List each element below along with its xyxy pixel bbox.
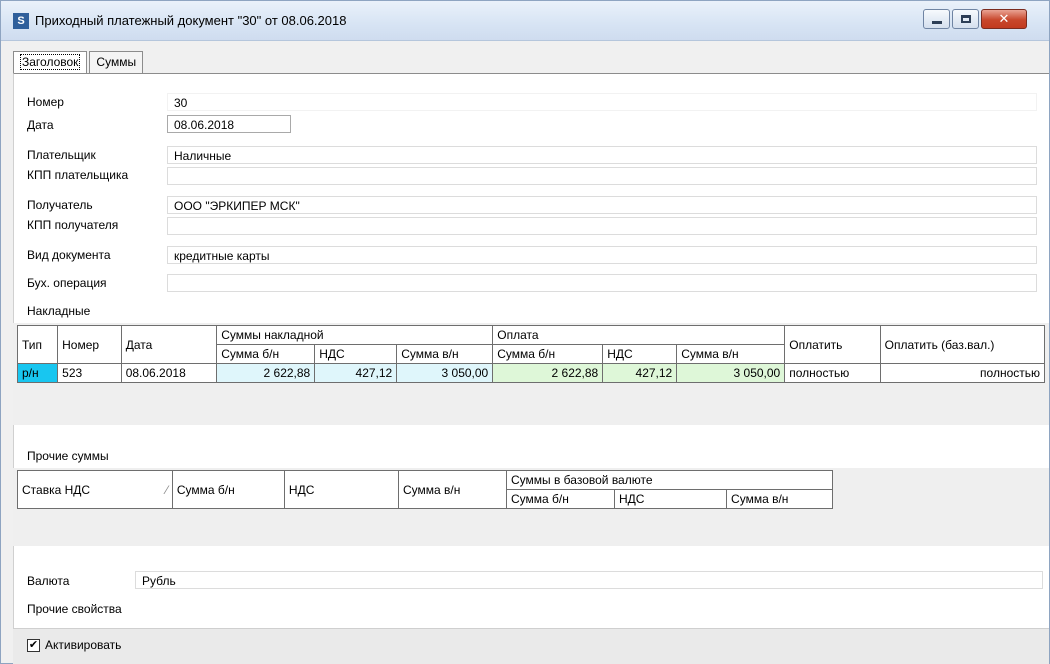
cell-type[interactable]: р/н — [16, 363, 59, 383]
col-vat-rate[interactable]: Ставка НДС ⁄ — [17, 470, 173, 509]
activate-label[interactable]: Активировать — [45, 638, 121, 652]
col-type[interactable]: Тип — [16, 325, 59, 364]
doc-type-field[interactable]: кредитные карты — [167, 246, 1037, 264]
col-inv-sum-with-vat[interactable]: Сумма в/н — [396, 344, 494, 364]
cell-number[interactable]: 523 — [57, 363, 122, 383]
invoices-section-label: Накладные — [27, 304, 91, 318]
document-window: S Приходный платежный документ "30" от 0… — [0, 0, 1050, 664]
col-sum-no-vat[interactable]: Сумма б/н — [171, 470, 285, 509]
col-base-vat[interactable]: НДС — [613, 489, 728, 509]
col-inv-sum-no-vat[interactable]: Сумма б/н — [216, 344, 316, 364]
col-vat[interactable]: НДС — [283, 470, 400, 509]
bottom-panel — [13, 628, 1049, 664]
tab-strip: Заголовок Суммы — [13, 51, 144, 73]
col-number[interactable]: Номер — [57, 325, 122, 364]
col-group-invoice-sums: Суммы накладной — [216, 325, 494, 345]
col-inv-vat[interactable]: НДС — [314, 344, 398, 364]
col-date[interactable]: Дата — [120, 325, 218, 364]
activate-checkbox[interactable]: ✔ — [27, 639, 40, 652]
cell-inv-vat[interactable]: 427,12 — [314, 363, 398, 383]
title-bar: S Приходный платежный документ "30" от 0… — [1, 1, 1049, 41]
minimize-icon — [931, 20, 942, 24]
tab-sums-label: Суммы — [96, 55, 137, 69]
close-icon: ✕ — [998, 11, 1010, 26]
cell-pay-sum-with-vat[interactable]: 3 050,00 — [676, 363, 786, 383]
col-vat-rate-label: Ставка НДС — [22, 482, 91, 497]
minimize-button[interactable] — [923, 9, 950, 29]
col-sum-with-vat[interactable]: Сумма в/н — [398, 470, 507, 509]
col-pay-vat[interactable]: НДС — [602, 344, 678, 364]
cell-pay-base[interactable]: полностью — [879, 363, 1046, 383]
cell-inv-sum-with-vat[interactable]: 3 050,00 — [396, 363, 494, 383]
cell-pay-sum-no-vat[interactable]: 2 622,88 — [492, 363, 604, 383]
cell-inv-sum-no-vat[interactable]: 2 622,88 — [216, 363, 316, 383]
col-pay[interactable]: Оплатить — [784, 325, 881, 364]
currency-field[interactable]: Рубль — [135, 571, 1043, 589]
cell-pay[interactable]: полностью — [784, 363, 881, 383]
col-pay-sum-with-vat[interactable]: Сумма в/н — [676, 344, 786, 364]
table-row[interactable]: р/н 523 08.06.2018 2 622,88 427,12 3 050… — [16, 363, 1046, 383]
close-button[interactable]: ✕ — [981, 9, 1027, 29]
payer-kpp-label: КПП плательщика — [27, 168, 129, 182]
number-label: Номер — [27, 95, 64, 109]
cell-pay-vat[interactable]: 427,12 — [602, 363, 678, 383]
col-base-sum-with-vat[interactable]: Сумма в/н — [726, 489, 833, 509]
recipient-kpp-label: КПП получателя — [27, 218, 119, 232]
payer-field[interactable]: Наличные — [167, 146, 1037, 164]
maximize-button[interactable] — [952, 9, 979, 29]
date-label: Дата — [27, 118, 54, 132]
cell-date[interactable]: 08.06.2018 — [120, 363, 218, 383]
window-title: Приходный платежный документ "30" от 08.… — [35, 13, 347, 28]
payer-label: Плательщик — [27, 148, 96, 162]
recipient-field[interactable]: ООО "ЭРКИПЕР МСК" — [167, 196, 1037, 214]
currency-label: Валюта — [27, 574, 70, 588]
tab-sums[interactable]: Суммы — [89, 51, 144, 73]
doc-type-label: Вид документа — [27, 248, 111, 262]
col-pay-base[interactable]: Оплатить (баз.вал.) — [879, 325, 1046, 364]
other-props-label: Прочие свойства — [27, 602, 122, 616]
recipient-label: Получатель — [27, 198, 93, 212]
recipient-kpp-field[interactable] — [167, 217, 1037, 235]
col-group-base-currency: Суммы в базовой валюте — [505, 470, 834, 490]
tab-header-label: Заголовок — [20, 54, 81, 70]
other-sums-section-label: Прочие суммы — [27, 449, 109, 463]
number-field[interactable]: 30 — [167, 93, 1037, 111]
col-group-payment: Оплата — [492, 325, 786, 345]
other-sums-table[interactable]: Ставка НДС ⁄ Сумма б/н НДС Сумма в/н Сум… — [17, 470, 834, 509]
app-icon: S — [13, 13, 29, 29]
tab-header[interactable]: Заголовок — [13, 51, 88, 73]
maximize-icon — [960, 15, 971, 23]
col-base-sum-no-vat[interactable]: Сумма б/н — [505, 489, 615, 509]
accounting-op-field[interactable] — [167, 274, 1037, 292]
sort-icon: ⁄ — [165, 482, 168, 497]
accounting-op-label: Бух. операция — [27, 276, 107, 290]
invoices-table[interactable]: Тип Номер Дата Суммы накладной Оплата Оп… — [16, 325, 1046, 383]
date-field[interactable]: 08.06.2018 — [167, 115, 291, 133]
payer-kpp-field[interactable] — [167, 167, 1037, 185]
checkmark-icon: ✔ — [28, 639, 39, 651]
col-pay-sum-no-vat[interactable]: Сумма б/н — [492, 344, 604, 364]
